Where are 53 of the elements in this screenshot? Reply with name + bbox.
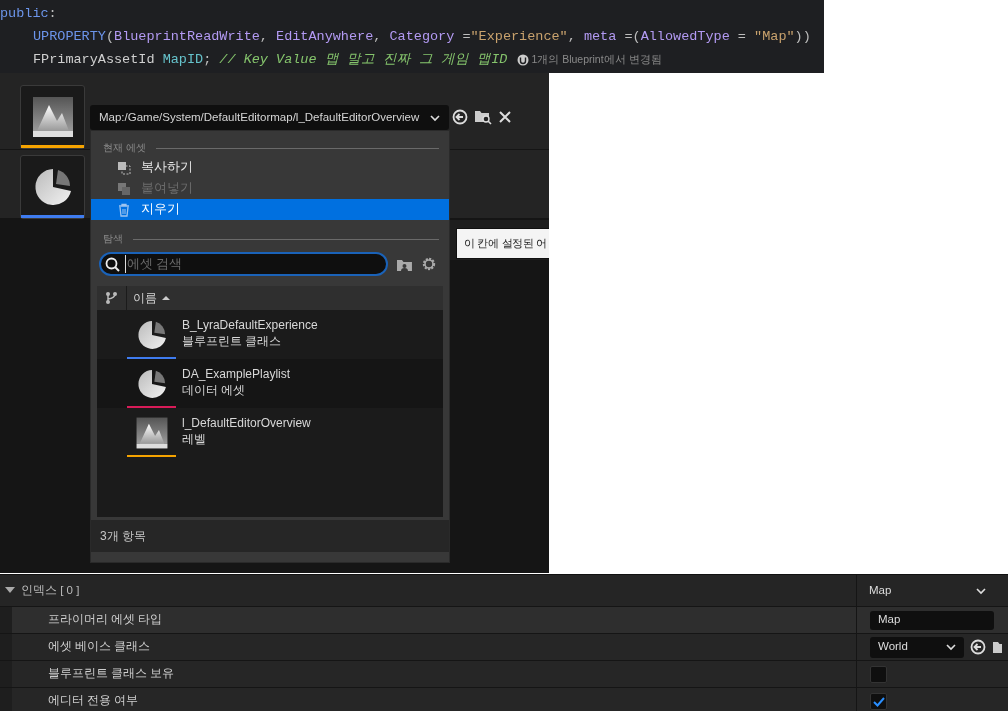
search-bar[interactable]: 에셋 검색 [99,252,389,276]
chevron-down-icon [430,113,440,122]
browse-folder-icon [474,108,492,125]
search-field[interactable]: 에셋 검색 [125,254,365,274]
checkbox[interactable] [870,665,887,683]
tooltip: 이 칸에 설정된 어 [456,228,549,259]
menu-item[interactable]: 지우기 [91,199,449,220]
copy-icon [117,160,131,175]
property-label: 에셋 베이스 클래스 [48,639,151,655]
map-icon [134,415,169,450]
use-selected-icon [452,108,468,125]
asset-row[interactable]: DA_ExamplePlaylist 데이터 에셋 [97,359,443,408]
asset-type: 레벨 [182,430,207,447]
menu-item[interactable]: 복사하기 [91,157,449,178]
paste-icon [117,181,131,196]
code-line: public: [0,5,57,23]
unreal-logo-icon [517,53,530,66]
map-icon [30,95,75,139]
asset-type: 데이터 에셋 [182,381,247,398]
section-heading: 현재 에셋 [103,140,146,155]
sort-ascending-icon [162,295,170,301]
asset-thumbnail[interactable] [20,85,85,149]
settings-icon [421,256,437,272]
type-combo[interactable]: Map [857,581,1008,600]
section-heading: 탐색 [103,231,123,246]
item-count: 3개 항목 [100,528,146,545]
trash-icon [117,202,131,217]
asset-row[interactable]: l_DefaultEditorOverview 레벨 [97,408,443,457]
search-icon [105,256,120,272]
asset-type: 블루프린트 클래스 [182,332,283,349]
asset-name: DA_ExamplePlaylist [182,365,291,382]
property-label: 에디터 전용 여부 [48,693,139,709]
inline-hint: 1개의 Blueprint에서 변경됨 [531,52,662,67]
column-header[interactable]: 이름 [127,289,170,307]
property-label: 블루프린트 클래스 보유 [48,666,175,682]
asset-path-combo[interactable]: Map:/Game/System/DefaultEditormap/l_DefaultEditorOverview [90,105,449,130]
close-icon [498,109,512,124]
asset-name: l_DefaultEditorOverview [182,414,311,431]
group-label: 인덱스 [ 0 ] [21,582,80,598]
asset-thumbnail[interactable] [20,155,85,219]
chevron-down-icon [976,586,986,595]
code-line: UPROPERTY(BlueprintReadWrite, EditAnywhere, Category ="Experience", meta =(AllowedType = "Map")) [33,28,811,46]
checkbox[interactable] [870,692,887,710]
use-selected-icon [970,639,986,655]
property-label: 프라이머리 에셋 타입 [48,612,163,628]
text-field[interactable]: Map [870,610,994,630]
asset-row[interactable]: B_LyraDefaultExperience 블루프린트 클래스 [97,310,443,359]
code-line: FPrimaryAssetId MapID; // Key Value 맵 말고 진짜 그 게임 맵ID [33,51,508,69]
class-combo[interactable]: World [870,636,964,658]
chevron-down-icon [946,643,956,651]
branch-icon [105,291,118,305]
asset-name: B_LyraDefaultExperience [182,316,318,333]
checkmark-icon [872,695,885,707]
